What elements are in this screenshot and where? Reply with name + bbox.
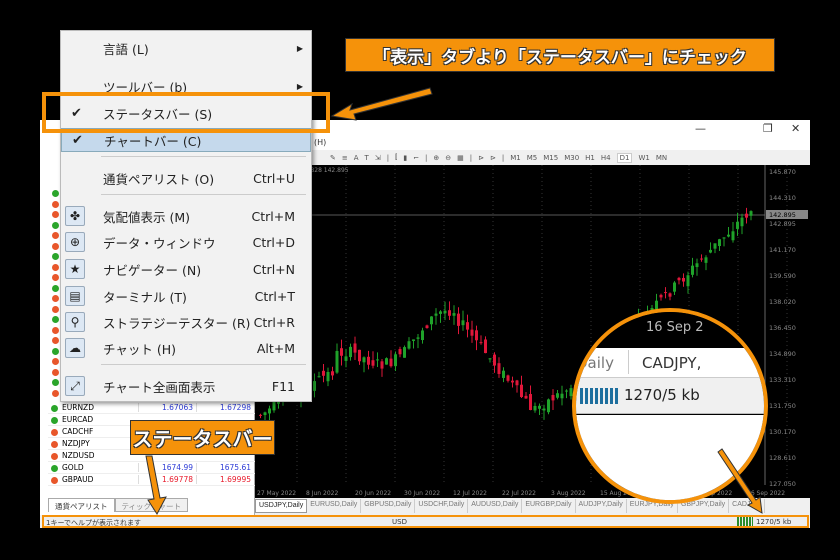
symbol-dot-icon [52, 253, 59, 260]
symbol-dot-icon [52, 211, 59, 218]
symbol-dot-icon [52, 274, 59, 281]
symbol-dot-icon [52, 316, 59, 323]
arrow-to-statusbar [145, 455, 167, 515]
symbol-dot-icon [52, 337, 59, 344]
symbol-dot-icon [52, 190, 59, 197]
symbol-dot-icon [52, 347, 59, 355]
symbol-dot-icon [52, 389, 59, 397]
symbol-dot-icon [52, 305, 59, 313]
arrow-overlay [145, 87, 763, 515]
symbol-dot-icon [52, 232, 59, 239]
symbol-dot-icon [52, 379, 59, 386]
arrow-to-traffic [717, 448, 763, 514]
symbol-dot-icon [52, 358, 59, 365]
arrow-to-menu [330, 87, 433, 121]
symbol-dot-icon [52, 284, 59, 292]
symbol-dot-icon [52, 368, 59, 376]
symbol-dot-icon [52, 242, 59, 250]
symbol-dot-icon [52, 221, 59, 229]
symbol-dot-icon [52, 326, 59, 334]
symbol-dot-icon [52, 200, 59, 208]
symbol-dot-icon [52, 295, 59, 302]
symbol-dot-icon [52, 263, 59, 271]
